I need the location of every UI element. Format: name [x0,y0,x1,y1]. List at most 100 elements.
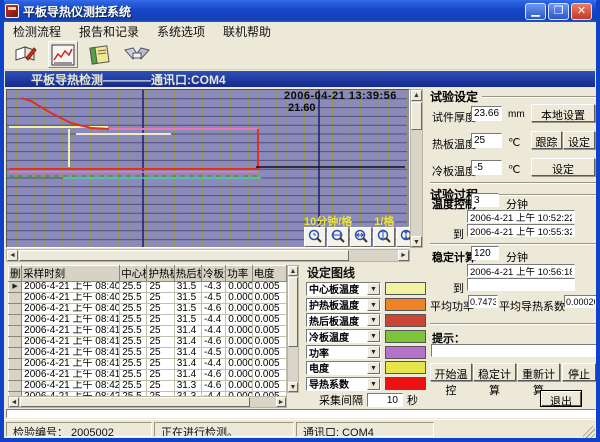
chevron-down-icon[interactable]: ▼ [367,346,380,358]
scroll-left-icon[interactable]: ◄ [9,397,19,407]
minimize-button[interactable]: ▁ [525,3,546,20]
hint-field[interactable] [431,344,597,357]
table-row[interactable]: 2006-4-21 上午 08:4225.52531.3-4.60.00080.… [9,381,287,392]
chart-current-value: 21.60 [288,102,316,114]
row-selector[interactable] [9,326,22,337]
scroll-left-icon[interactable]: ◄ [7,250,18,261]
line-color-swatch[interactable] [385,361,426,374]
table-row[interactable]: 2006-4-21 上午 08:4025.52531.5-4.60.00090.… [9,304,287,315]
sample-interval-input[interactable] [367,393,403,407]
line-color-swatch[interactable] [385,346,426,359]
start-temp-control-button[interactable]: 开始温控 [430,363,472,381]
line-select[interactable]: 导热系数▼ [306,377,381,391]
menu-item-reports[interactable]: 报告和记录 [70,22,148,41]
status-message: 正在进行检测。 [154,422,294,437]
app-icon [5,4,19,18]
chart-v-scroll-thumb[interactable] [411,102,422,130]
scroll-right-icon[interactable]: ► [276,397,286,407]
table-row[interactable]: 2006-4-21 上午 08:4125.52531.4-4.60.00080.… [9,337,287,348]
table-h-scrollbar[interactable]: ◄ ► [8,396,287,408]
avg-k-input[interactable] [564,295,597,308]
stable-end-time-field[interactable] [467,278,575,291]
line-color-swatch[interactable] [385,282,426,295]
stable-start-time-field[interactable] [467,264,575,277]
table-v-scroll-thumb[interactable] [288,277,298,347]
avg-power-input[interactable] [468,295,498,308]
resize-grip-icon[interactable] [583,426,595,438]
chevron-down-icon[interactable]: ▼ [367,378,380,390]
table-row[interactable]: 2006-4-21 上午 08:4025.52531.5-4.50.00080.… [9,293,287,304]
track-button[interactable]: 跟踪 [531,131,562,149]
recalculate-button[interactable]: 重新计算 [517,363,560,381]
temp-start-time-field[interactable] [467,210,575,223]
table-row[interactable]: 2006-4-21 上午 08:4125.52531.4-4.60.00080.… [9,370,287,381]
chart-h-scrollbar[interactable]: ◄ ► [6,249,410,262]
row-selector[interactable]: ▶ [9,282,22,293]
cold-set-button[interactable]: 设定 [531,158,595,176]
line-select[interactable]: 冷板温度▼ [306,329,381,343]
zoom-reset-button[interactable] [304,227,326,247]
line-color-swatch[interactable] [385,377,426,390]
exit-button[interactable]: 退出 [540,390,582,407]
toolbar-link-button[interactable] [122,41,152,68]
table-row[interactable]: 2006-4-21 上午 08:4125.52531.4-4.40.00080.… [9,326,287,337]
row-selector[interactable] [9,293,22,304]
scroll-down-icon[interactable]: ▼ [288,382,298,392]
chevron-down-icon[interactable]: ▼ [367,299,380,311]
table-row[interactable]: 2006-4-21 上午 08:4125.52531.5-4.40.00090.… [9,315,287,326]
row-selector[interactable] [9,304,22,315]
stable-calc-button[interactable]: 稳定计算 [473,363,516,381]
chevron-down-icon[interactable]: ▼ [367,283,380,295]
chevron-down-icon[interactable]: ▼ [367,314,380,326]
cold-plate-input[interactable] [471,160,502,175]
chevron-down-icon[interactable]: ▼ [367,362,380,374]
menu-item-options[interactable]: 系统选项 [148,22,214,41]
row-selector[interactable] [9,359,22,370]
menu-item-help[interactable]: 联机帮助 [214,22,280,41]
temp-end-time-field[interactable] [467,224,575,237]
scroll-up-icon[interactable]: ▲ [411,90,422,101]
row-selector[interactable] [9,381,22,392]
line-select[interactable]: 中心板温度▼ [306,282,381,296]
stop-button[interactable]: 停止 [562,363,596,381]
scroll-right-icon[interactable]: ► [398,250,409,261]
row-selector[interactable] [9,315,22,326]
toolbar-chart-button[interactable] [48,41,78,68]
toolbar-record-button[interactable] [85,41,115,68]
row-selector[interactable] [9,370,22,381]
temp-control-input[interactable] [471,193,499,207]
line-select[interactable]: 热后板温度▼ [306,313,381,327]
line-select[interactable]: 电度▼ [306,361,381,375]
line-color-swatch[interactable] [385,330,426,343]
line-select[interactable]: 护热板温度▼ [306,298,381,312]
table-row[interactable]: ▶2006-4-21 上午 08:4025.52531.5-4.30.00080… [9,282,287,293]
chart-h-scroll-thumb[interactable] [19,250,349,261]
close-button[interactable]: ✕ [571,3,592,20]
table-v-scrollbar[interactable]: ▲ ▼ [287,265,299,393]
process-book-icon [14,44,38,66]
col-header-cold: 冷板温 [202,266,226,282]
local-settings-button[interactable]: 本地设置 [531,104,595,122]
line-color-swatch[interactable] [385,314,426,327]
scroll-up-icon[interactable]: ▲ [288,266,298,276]
zoom-v-out-button[interactable] [373,227,395,247]
maximize-button[interactable]: ❐ [548,3,569,20]
zoom-h-in-button[interactable] [350,227,372,247]
table-h-scroll-thumb[interactable] [20,397,250,407]
scroll-down-icon[interactable]: ▼ [411,236,422,247]
line-color-swatch[interactable] [385,298,426,311]
hot-plate-input[interactable] [471,133,502,148]
toolbar-process-button[interactable] [11,41,41,68]
chart-v-scrollbar[interactable]: ▲ ▼ [410,89,423,248]
menu-item-process[interactable]: 检测流程 [4,22,70,41]
line-select[interactable]: 功率▼ [306,345,381,359]
row-selector[interactable] [9,348,22,359]
chevron-down-icon[interactable]: ▼ [367,330,380,342]
thickness-input[interactable] [471,106,502,121]
table-row[interactable]: 2006-4-21 上午 08:4125.52531.4-4.50.00090.… [9,348,287,359]
zoom-h-out-button[interactable] [327,227,349,247]
hot-set-button[interactable]: 设定 [563,131,595,149]
row-selector[interactable] [9,337,22,348]
table-row[interactable]: 2006-4-21 上午 08:4125.52531.4-4.40.00090.… [9,359,287,370]
stable-calc-input[interactable] [471,246,499,260]
